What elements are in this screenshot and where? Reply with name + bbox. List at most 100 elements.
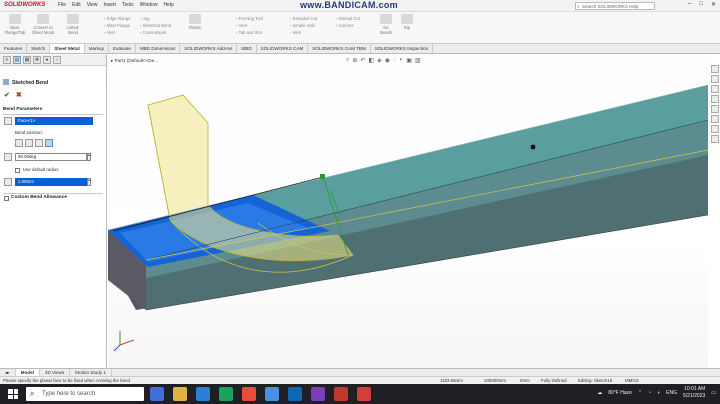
panel-more-icon[interactable]: › bbox=[53, 56, 61, 64]
use-default-radius-checkbox[interactable] bbox=[15, 168, 20, 173]
extruded-cut-button[interactable]: Extruded Cut bbox=[290, 15, 317, 22]
volume-icon[interactable]: ◖ bbox=[657, 390, 660, 396]
weather-icon[interactable]: ☁ bbox=[597, 390, 602, 396]
windows-start-icon[interactable] bbox=[8, 389, 18, 399]
chrome-icon[interactable] bbox=[242, 387, 256, 401]
simple-hole-button[interactable]: Simple Hole bbox=[290, 22, 317, 29]
tab-sheet-metal[interactable]: Sheet Metal bbox=[50, 44, 85, 53]
tab-evaluate[interactable]: Evaluate bbox=[109, 44, 136, 53]
tab-solidworks-cam-tbm[interactable]: SOLIDWORKS CAM TBM bbox=[308, 44, 371, 53]
miter-flange-button[interactable]: Miter Flange bbox=[104, 22, 130, 29]
tab-solidworks-addins[interactable]: SOLIDWORKS Add-Ins bbox=[180, 44, 238, 53]
network-icon[interactable]: ◔ bbox=[648, 390, 651, 396]
fixed-face-field[interactable]: Face<1> bbox=[15, 117, 93, 125]
property-manager-icon[interactable]: ▤ bbox=[13, 56, 21, 64]
rip-button[interactable]: Rip bbox=[400, 14, 414, 30]
ribbon-column-4: Extruded Cut Simple Hole Vent bbox=[290, 15, 317, 36]
tab-mbd[interactable]: MBD bbox=[237, 44, 257, 53]
weather-text[interactable]: 80°F Haze bbox=[608, 390, 632, 396]
store-icon[interactable] bbox=[219, 387, 233, 401]
sketched-bend-button[interactable]: Sketched Bend bbox=[140, 22, 171, 29]
clock[interactable]: 10:01 AM 5/21/2023 bbox=[683, 386, 705, 400]
vent-button-2[interactable]: Vent bbox=[290, 29, 317, 36]
close-icon[interactable]: ✕ bbox=[711, 1, 716, 8]
tab-solidworks-cam[interactable]: SOLIDWORKS CAM bbox=[257, 44, 309, 53]
mail-icon[interactable] bbox=[265, 387, 279, 401]
clock-date: 5/21/2023 bbox=[683, 393, 706, 399]
menu-window[interactable]: Window bbox=[140, 2, 158, 8]
hem-button[interactable]: Hem bbox=[104, 29, 130, 36]
configuration-icon[interactable]: ▦ bbox=[23, 56, 31, 64]
model-canvas[interactable] bbox=[108, 55, 708, 368]
no-bends-button[interactable]: No Bends bbox=[378, 14, 394, 35]
solidworks-resources-icon[interactable] bbox=[710, 65, 719, 73]
bend-centerline-icon[interactable] bbox=[15, 139, 23, 147]
tab-motion-study[interactable]: Motion Study 1 bbox=[70, 369, 112, 376]
bend-radius-field[interactable]: 1.00mm bbox=[15, 178, 87, 186]
flatten-button[interactable]: Flatten bbox=[186, 14, 204, 30]
tab-scroll-arrows[interactable]: ◂▸ bbox=[0, 369, 16, 376]
app-icon[interactable] bbox=[288, 387, 302, 401]
cross-break-button[interactable]: Cross-Break bbox=[140, 29, 171, 36]
tab-mbd-dimensions[interactable]: MBD Dimensions bbox=[136, 44, 181, 53]
jog-button[interactable]: Jog bbox=[140, 15, 171, 22]
task-pane-strip bbox=[709, 65, 720, 165]
graphics-area[interactable]: ▸ Part1 (Default<<De... ⌕ ⊕ ↶ ◧ ◈ ◉ ◌ ◐ … bbox=[108, 55, 708, 368]
lofted-bend-button[interactable]: Lofted-Bend bbox=[62, 14, 84, 35]
menu-file[interactable]: File bbox=[58, 2, 66, 8]
normal-cut-button[interactable]: Normal Cut bbox=[336, 15, 360, 22]
appearances-icon[interactable] bbox=[710, 105, 719, 113]
tab-solidworks-inspection[interactable]: SOLIDWORKS Inspection bbox=[371, 44, 434, 53]
material-inside-icon[interactable] bbox=[25, 139, 33, 147]
menu-insert[interactable]: Insert bbox=[103, 2, 116, 8]
base-flange-button[interactable]: Base Flange/Tab bbox=[4, 14, 26, 35]
solidworks-taskbar-icon[interactable] bbox=[334, 387, 348, 401]
tab-3d-views[interactable]: 3D Views bbox=[40, 369, 71, 376]
appearance-icon[interactable]: ● bbox=[43, 56, 51, 64]
cam-icon[interactable] bbox=[710, 135, 719, 143]
menu-tools[interactable]: Tools bbox=[122, 2, 134, 8]
maximize-icon[interactable]: □ bbox=[699, 1, 703, 8]
material-outside-icon[interactable] bbox=[35, 139, 43, 147]
forming-tool-button[interactable]: Forming Tool bbox=[236, 15, 263, 22]
custom-properties-icon[interactable] bbox=[710, 115, 719, 123]
feature-tree-icon[interactable]: ≡ bbox=[3, 56, 11, 64]
file-explorer-taskbar-icon[interactable] bbox=[173, 387, 187, 401]
task-view-icon[interactable] bbox=[150, 387, 164, 401]
menu-help[interactable]: Help bbox=[163, 2, 173, 8]
bend-outside-icon[interactable] bbox=[45, 139, 53, 147]
taskbar-search-input[interactable]: ⌕ Type here to search bbox=[26, 387, 144, 401]
tab-markup[interactable]: Markup bbox=[85, 44, 110, 53]
ok-checkmark-icon[interactable]: ✔ bbox=[4, 92, 10, 99]
menu-view[interactable]: View bbox=[87, 2, 98, 8]
forum-icon[interactable] bbox=[710, 125, 719, 133]
corners-button[interactable]: Corners bbox=[336, 22, 360, 29]
view-palette-icon[interactable] bbox=[710, 95, 719, 103]
custom-bend-allowance-checkbox[interactable] bbox=[4, 196, 9, 201]
tab-sketch[interactable]: Sketch bbox=[27, 44, 51, 53]
design-library-icon[interactable] bbox=[710, 75, 719, 83]
sketch-endpoint-handle[interactable] bbox=[320, 174, 325, 179]
units-selector[interactable]: MMGS bbox=[625, 377, 639, 384]
help-search-input[interactable]: ⌕ Search SOLIDWORKS Help bbox=[575, 2, 655, 10]
bandicam-taskbar-icon[interactable] bbox=[357, 387, 371, 401]
cancel-x-icon[interactable]: ✖ bbox=[16, 92, 22, 99]
tab-model[interactable]: Model bbox=[15, 369, 40, 376]
minimize-icon[interactable]: – bbox=[688, 1, 691, 8]
bend-angle-field[interactable]: 90.00deg bbox=[15, 153, 87, 161]
vent-button[interactable]: Vent bbox=[236, 22, 263, 29]
convert-to-sheet-metal-button[interactable]: Convert to Sheet Metal bbox=[30, 14, 56, 35]
edge-flange-button[interactable]: Edge Flange bbox=[104, 15, 131, 22]
bend-radius-spinner[interactable]: ▴▾ bbox=[87, 178, 91, 186]
bend-angle-spinner[interactable]: ▴▾ bbox=[87, 153, 91, 161]
edge-browser-icon[interactable] bbox=[196, 387, 210, 401]
dimxpert-icon[interactable]: ✥ bbox=[33, 56, 41, 64]
file-explorer-icon[interactable] bbox=[710, 85, 719, 93]
notifications-icon[interactable]: ▭ bbox=[711, 390, 716, 396]
tab-and-slot-button[interactable]: Tab and Slot bbox=[236, 29, 263, 36]
tray-expand-icon[interactable]: ⌃ bbox=[638, 390, 642, 396]
menu-edit[interactable]: Edit bbox=[72, 2, 81, 8]
language-indicator[interactable]: ENG bbox=[666, 390, 677, 396]
tab-features[interactable]: Features bbox=[0, 44, 28, 53]
visual-studio-icon[interactable] bbox=[311, 387, 325, 401]
